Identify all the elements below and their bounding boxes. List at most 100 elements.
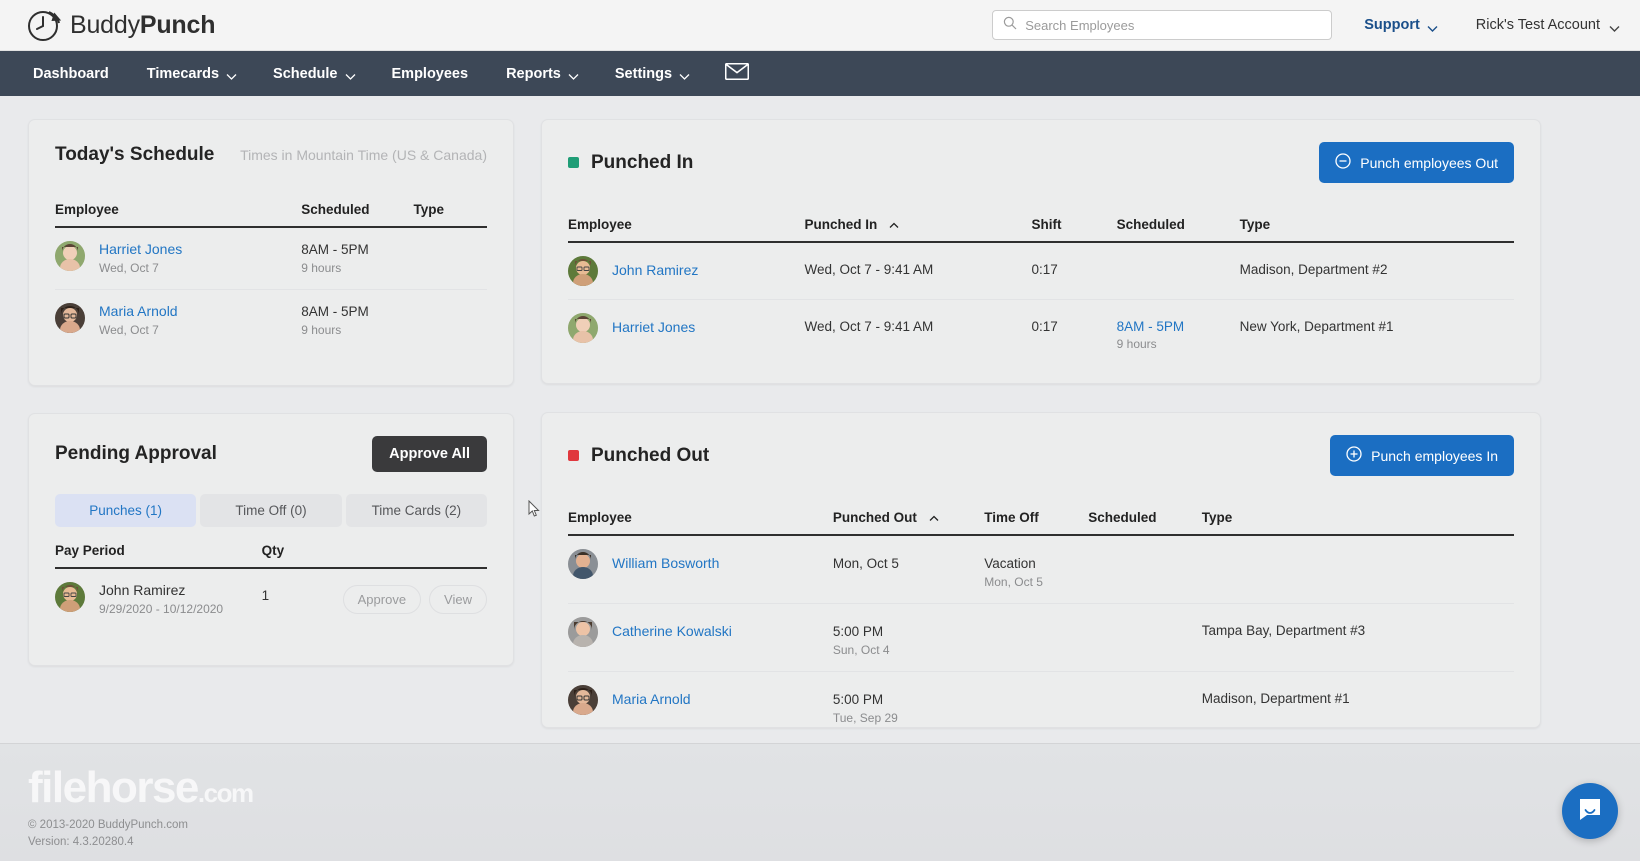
- pending-approval-table: Pay Period Qty John Ramirez 9/29/2020 - …: [55, 543, 487, 630]
- avatar: [568, 685, 598, 715]
- support-menu[interactable]: Support: [1364, 17, 1438, 33]
- employee-name-link[interactable]: Maria Arnold: [99, 303, 178, 320]
- type-value: Tampa Bay, Department #3: [1201, 623, 1366, 638]
- nav-item-timecards[interactable]: Timecards: [128, 51, 254, 96]
- logo-word-punch: Punch: [139, 10, 216, 39]
- avatar: [568, 313, 598, 343]
- punched-out-date: Tue, Sep 29: [832, 711, 898, 725]
- account-menu[interactable]: Rick's Test Account: [1476, 17, 1620, 33]
- scheduled-cell: [1116, 242, 1240, 300]
- sort-label: Punched In: [804, 217, 878, 232]
- punched-out-table: Employee Punched Out Time Off Scheduled …: [568, 510, 1514, 739]
- pay-period-cell: John Ramirez 9/29/2020 - 10/12/2020: [55, 568, 262, 630]
- pending-approval-title: Pending Approval: [55, 443, 217, 464]
- tab-punches[interactable]: Punches (1): [55, 494, 197, 527]
- employee-name-link[interactable]: William Bosworth: [612, 549, 719, 572]
- employee-name-link[interactable]: Harriet Jones: [612, 313, 695, 336]
- search-input[interactable]: [1025, 17, 1322, 33]
- shift-duration: 0:17: [1031, 319, 1058, 334]
- table-header-row: Employee Scheduled Type: [55, 202, 487, 228]
- punch-employees-out-button[interactable]: Punch employees Out: [1319, 142, 1514, 183]
- nav-item-employees[interactable]: Employees: [373, 51, 488, 96]
- employee-cell: Maria Arnold: [568, 672, 833, 740]
- column-header-punched-in[interactable]: Punched In: [804, 217, 1032, 243]
- chat-bubble-icon: [1577, 796, 1603, 827]
- scheduled-time-link[interactable]: 8AM - 5PM: [1117, 319, 1240, 334]
- scheduled-hours: 9 hours: [1116, 337, 1157, 351]
- nav-item-dashboard[interactable]: Dashboard: [14, 51, 128, 96]
- employee-name-link[interactable]: Maria Arnold: [612, 685, 691, 708]
- tab-time-off[interactable]: Time Off (0): [200, 494, 342, 527]
- employee-cell: William Bosworth: [568, 535, 833, 604]
- scheduled-hours: 9 hours: [301, 261, 342, 275]
- employee-name-link[interactable]: Harriet Jones: [99, 241, 182, 258]
- nav-item-settings[interactable]: Settings: [596, 51, 707, 96]
- type-cell: Madison, Department #1: [1202, 672, 1514, 740]
- column-header-employee: Employee: [568, 510, 833, 536]
- nav-item-schedule[interactable]: Schedule: [254, 51, 372, 96]
- punched-out-card: Punched Out Punch employees In Employee …: [541, 412, 1541, 728]
- time-off-type: Vacation: [984, 556, 1036, 571]
- scheduled-cell: 8AM - 5PM 9 hours: [301, 227, 414, 290]
- todays-schedule-title: Today's Schedule: [55, 144, 215, 165]
- employee-name-link[interactable]: John Ramirez: [612, 256, 698, 279]
- qty-cell: 1: [262, 568, 343, 630]
- type-cell: [413, 227, 487, 290]
- right-column: Punched In Punch employees Out Employee …: [541, 119, 1541, 728]
- punched-out-time: 5:00 PM: [832, 692, 884, 707]
- employee-cell: Catherine Kowalski: [568, 603, 833, 672]
- table-row[interactable]: Harriet Jones Wed, Oct 7 8AM - 5PM 9 hou…: [55, 227, 487, 290]
- chevron-up-icon: [889, 217, 899, 232]
- approve-button[interactable]: Approve: [342, 585, 422, 614]
- punched-in-body: Punched In Punch employees Out Employee …: [542, 120, 1540, 387]
- scheduled-cell: 8AM - 5PM 9 hours: [301, 290, 413, 352]
- type-value: New York, Department #1: [1239, 319, 1394, 334]
- table-row[interactable]: Maria Arnold Wed, Oct 7 8AM - 5PM 9 hour…: [55, 290, 487, 352]
- table-header-row: Employee Punched In Shift Scheduled Type: [568, 217, 1514, 243]
- table-row[interactable]: Harriet Jones Wed, Oct 7 - 9:41 AM 0:17: [568, 300, 1514, 366]
- pending-approval-body: Pending Approval Approve All Punches (1)…: [29, 414, 513, 650]
- table-row[interactable]: William Bosworth Mon, Oct 5 Vacation Mon: [568, 535, 1514, 604]
- type-value: Madison, Department #1: [1201, 691, 1350, 706]
- top-header: BuddyPunch Support Rick's Test A: [0, 0, 1640, 51]
- employee-date: Wed, Oct 7: [99, 261, 159, 275]
- support-label: Support: [1364, 17, 1420, 33]
- punched-out-cell: Mon, Oct 5: [832, 535, 985, 604]
- nav-label: Reports: [506, 65, 561, 82]
- logo-wordmark: BuddyPunch: [70, 11, 215, 40]
- column-header-type: Type: [413, 202, 487, 228]
- punched-out-time: Mon, Oct 5: [832, 556, 899, 571]
- scheduled-time: 8AM - 5PM: [301, 304, 369, 319]
- table-row[interactable]: John Ramirez Wed, Oct 7 - 9:41 AM 0:17 M…: [568, 242, 1514, 300]
- approve-all-button[interactable]: Approve All: [372, 436, 487, 472]
- version-text: Version: 4.3.20280.4: [28, 836, 134, 848]
- app-logo[interactable]: BuddyPunch: [26, 7, 215, 44]
- column-header-punched-out[interactable]: Punched Out: [832, 510, 985, 536]
- logo-word-buddy: Buddy: [70, 10, 140, 39]
- punch-employees-in-button[interactable]: Punch employees In: [1330, 435, 1514, 476]
- pay-period-range: 9/29/2020 - 10/12/2020: [99, 602, 224, 616]
- nav-item-messages[interactable]: [707, 51, 767, 96]
- column-header-employee: Employee: [55, 202, 302, 228]
- chat-launcher-button[interactable]: [1562, 783, 1618, 839]
- shift-cell: 0:17: [1032, 300, 1117, 366]
- view-button[interactable]: View: [429, 585, 487, 614]
- employee-name-link[interactable]: Catherine Kowalski: [612, 617, 732, 640]
- mouse-cursor: [528, 499, 540, 523]
- column-header-scheduled: Scheduled: [1088, 510, 1202, 536]
- tab-time-cards[interactable]: Time Cards (2): [345, 494, 487, 527]
- search-box[interactable]: [992, 10, 1333, 40]
- row-actions-cell: Approve View: [342, 568, 487, 630]
- dashboard-content: Today's Schedule Times in Mountain Time …: [0, 96, 1640, 861]
- table-row[interactable]: Catherine Kowalski 5:00 PM Sun, Oct 4 Ta…: [568, 603, 1514, 672]
- avatar: [568, 617, 598, 647]
- avatar: [55, 582, 85, 612]
- table-row[interactable]: John Ramirez 9/29/2020 - 10/12/2020 1 Ap…: [55, 568, 487, 630]
- nav-item-reports[interactable]: Reports: [487, 51, 596, 96]
- pending-approval-tabs: Punches (1) Time Off (0) Time Cards (2): [55, 494, 487, 527]
- column-header-scheduled: Scheduled: [301, 202, 414, 228]
- button-label: Punch employees In: [1371, 447, 1498, 464]
- table-row[interactable]: Maria Arnold 5:00 PM Tue, Sep 29 Madison…: [568, 672, 1514, 740]
- scheduled-cell: [1088, 672, 1202, 740]
- avatar: [568, 549, 598, 579]
